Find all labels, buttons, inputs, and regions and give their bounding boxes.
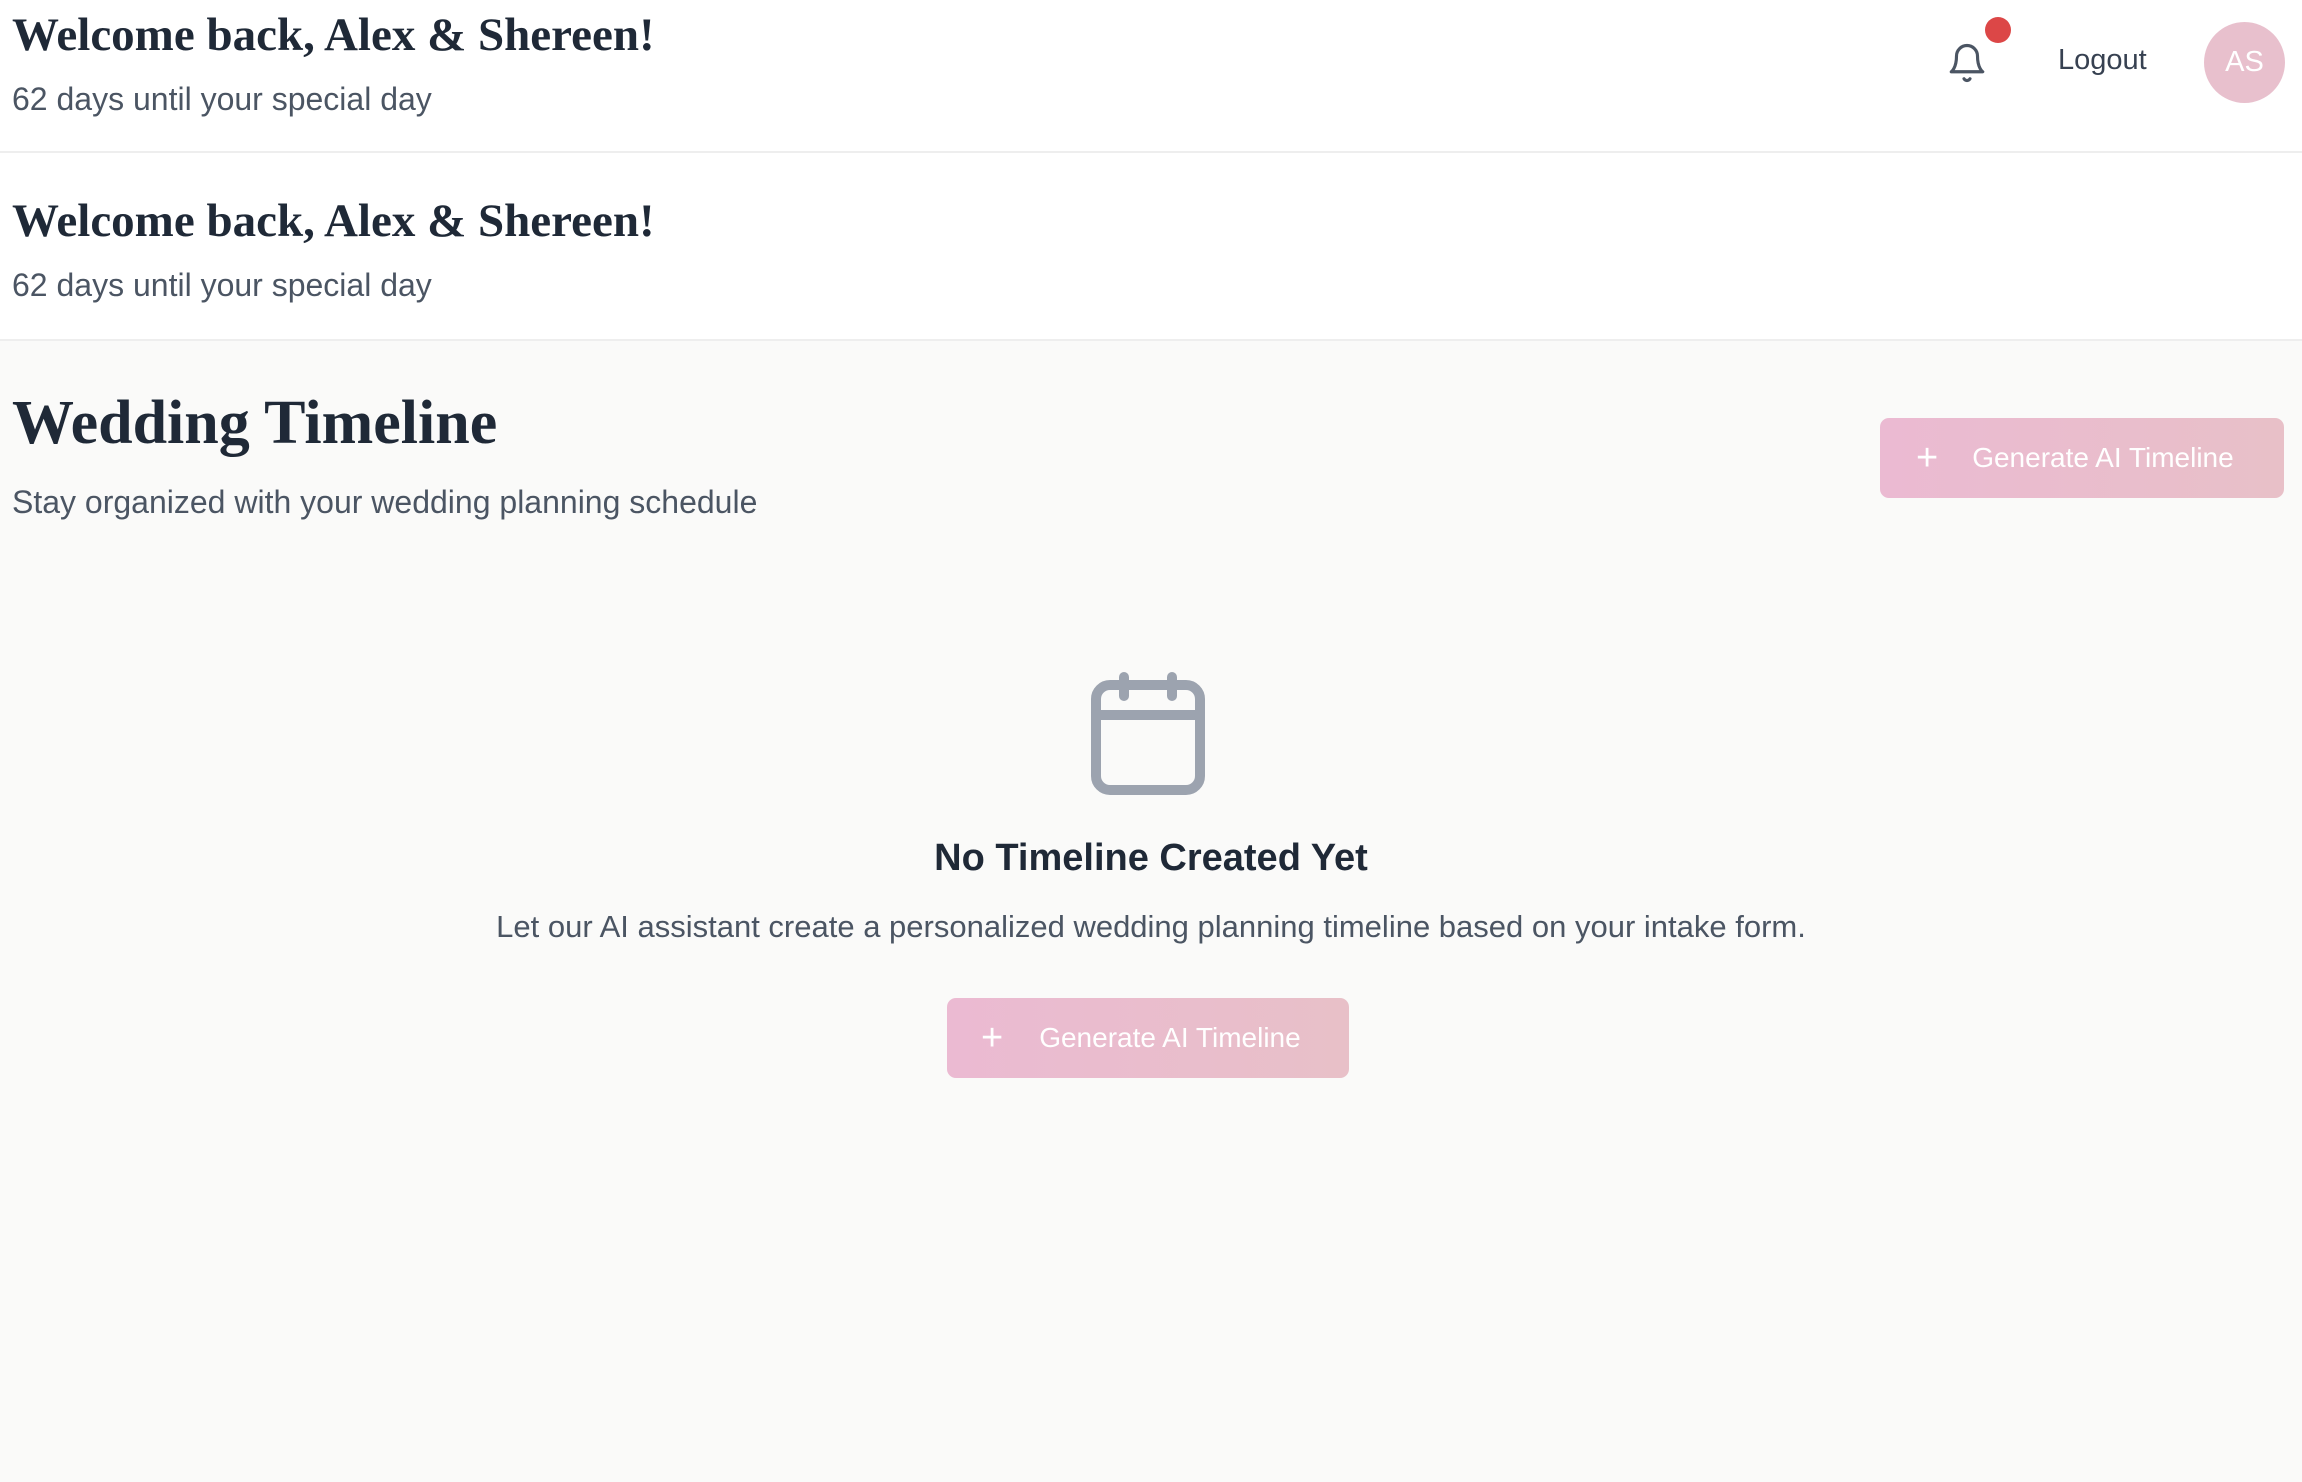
- header-countdown: 62 days until your special day: [12, 81, 432, 117]
- welcome-countdown: 62 days until your special day: [12, 267, 432, 303]
- bell-icon[interactable]: [1946, 42, 1988, 84]
- plus-icon: +: [1916, 437, 1939, 479]
- notification-badge: [1985, 17, 2011, 43]
- empty-state-button-label: Generate AI Timeline: [1039, 1022, 1301, 1053]
- generate-button-label: Generate AI Timeline: [1972, 442, 2234, 473]
- empty-state-description: Let our AI assistant create a personaliz…: [496, 909, 1806, 944]
- top-header: Welcome back, Alex & Shereen! 62 days un…: [0, 0, 2302, 153]
- avatar[interactable]: AS: [2204, 22, 2285, 103]
- empty-state-title: No Timeline Created Yet: [934, 837, 1368, 879]
- generate-ai-timeline-button[interactable]: + Generate AI Timeline: [1880, 418, 2284, 498]
- empty-state-generate-button[interactable]: + Generate AI Timeline: [947, 998, 1349, 1078]
- page-subtitle: Stay organized with your wedding plannin…: [12, 484, 758, 520]
- logout-button[interactable]: Logout: [2058, 46, 2147, 75]
- welcome-title: Welcome back, Alex & Shereen!: [12, 195, 655, 247]
- welcome-section: Welcome back, Alex & Shereen! 62 days un…: [0, 153, 2302, 341]
- header-welcome-title: Welcome back, Alex & Shereen!: [12, 9, 655, 61]
- plus-icon: +: [981, 1017, 1004, 1059]
- calendar-icon: [1090, 672, 1206, 796]
- page-title: Wedding Timeline: [12, 389, 498, 457]
